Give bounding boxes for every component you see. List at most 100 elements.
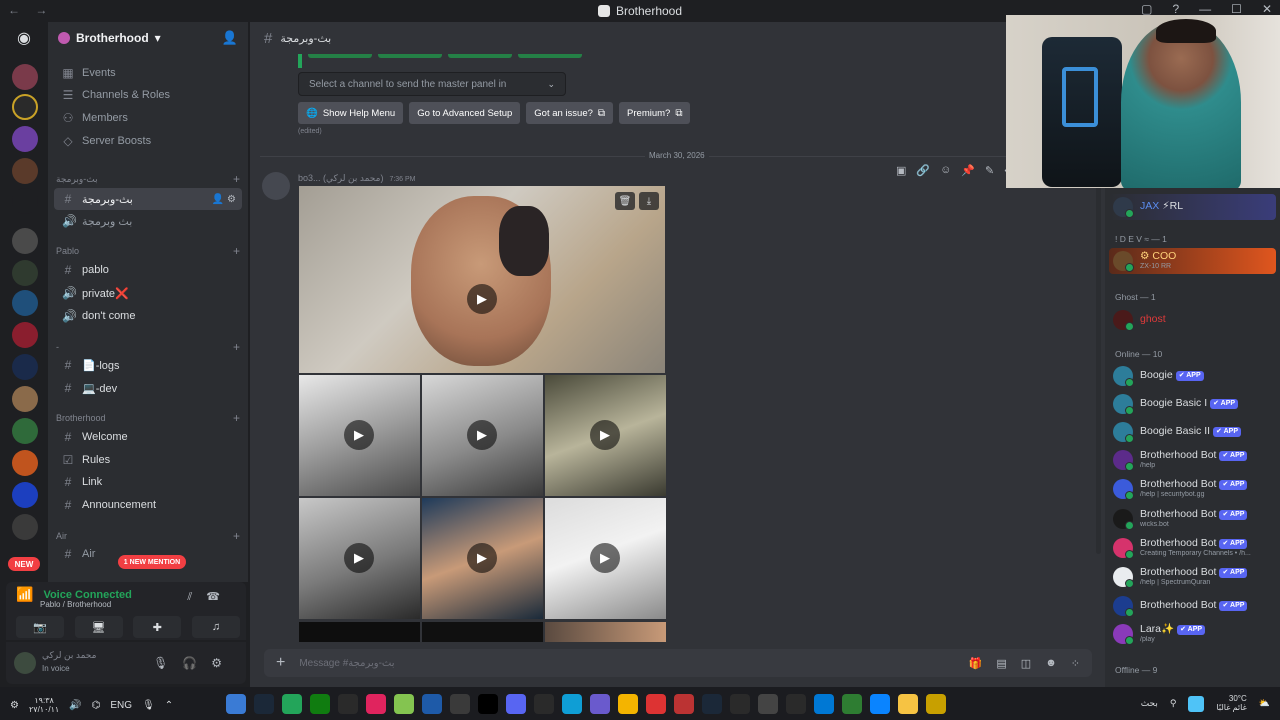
- video-attachment[interactable]: ▶: [545, 498, 666, 619]
- server-icon[interactable]: [12, 290, 38, 316]
- apps-icon[interactable]: ⁘: [1071, 657, 1080, 670]
- taskbar-app-icon[interactable]: [534, 694, 554, 714]
- voice-channel-item[interactable]: 🔊 private❌: [54, 282, 242, 304]
- add-channel-icon[interactable]: +: [233, 529, 240, 543]
- help-icon[interactable]: ?: [1172, 2, 1179, 16]
- taskbar-app-icon[interactable]: [310, 694, 330, 714]
- category-header[interactable]: Air +: [56, 529, 240, 543]
- emoji-icon[interactable]: ☻: [1045, 657, 1057, 670]
- server-icon[interactable]: [12, 188, 38, 214]
- close-button[interactable]: ✕: [1262, 2, 1272, 16]
- member-item[interactable]: Boogie ✔ APP: [1113, 364, 1275, 388]
- taskbar-app-icon[interactable]: [226, 694, 246, 714]
- taskbar-app-icon[interactable]: [366, 694, 386, 714]
- server-icon[interactable]: [12, 64, 38, 90]
- voice-channel-item[interactable]: 🔊 بث وبرمجة: [54, 210, 242, 232]
- category-header[interactable]: Pablo +: [56, 244, 240, 258]
- sidebar-item-members[interactable]: ⚇ Members: [54, 107, 242, 129]
- taskbar-app-icon[interactable]: [282, 694, 302, 714]
- invite-icon[interactable]: 👤: [222, 30, 238, 46]
- new-mention-pill[interactable]: 1 NEW MENTION: [118, 555, 186, 569]
- member-item[interactable]: Brotherhood Bot ✔ APP Creating Temporary C…: [1113, 536, 1275, 560]
- widgets-icon[interactable]: ⛅: [1259, 698, 1270, 709]
- gift-icon[interactable]: 🎁: [969, 657, 983, 670]
- play-icon[interactable]: ▶: [590, 420, 620, 450]
- message-composer[interactable]: + Message #بث-وبرمجة 🎁 ▤ ◫ ☻ ⁘: [264, 649, 1092, 677]
- mic-icon[interactable]: 🎙: [142, 700, 155, 711]
- server-icon-active[interactable]: [12, 126, 38, 152]
- discord-home-icon[interactable]: ◉: [10, 24, 38, 52]
- taskbar-app-icon[interactable]: [618, 694, 638, 714]
- server-icon[interactable]: [12, 158, 38, 184]
- embed-button[interactable]: [448, 54, 512, 58]
- embed-button[interactable]: [378, 54, 442, 58]
- member-item[interactable]: Brotherhood Bot ✔ APP/help | securitybot.…: [1113, 477, 1275, 501]
- voice-status[interactable]: Voice Connected: [43, 589, 131, 601]
- sticker-icon[interactable]: ◫: [1021, 657, 1031, 670]
- edit-icon[interactable]: ✎: [985, 164, 994, 177]
- video-attachment[interactable]: ▶: [299, 375, 420, 496]
- play-icon[interactable]: ▶: [467, 420, 497, 450]
- video-attachment-partial[interactable]: [299, 622, 420, 642]
- sidebar-item-events[interactable]: ▦ Events: [54, 62, 242, 84]
- message-author[interactable]: bo3... (محمد بن لركي): [298, 173, 383, 184]
- member-item[interactable]: ⚙ COO ZX-10 RR: [1113, 249, 1275, 273]
- taskbar-app-icon[interactable]: [870, 694, 890, 714]
- channel-item[interactable]: # 📄-logs: [54, 354, 242, 376]
- member-item[interactable]: ghost: [1113, 308, 1275, 332]
- category-header[interactable]: - +: [56, 340, 240, 354]
- channel-item[interactable]: # 💻-dev: [54, 377, 242, 399]
- play-icon[interactable]: ▶: [467, 543, 497, 573]
- show-help-button[interactable]: 🌐 Show Help Menu: [298, 102, 404, 124]
- channel-item[interactable]: # Link: [54, 471, 242, 493]
- camera-button[interactable]: 📷: [16, 616, 64, 638]
- server-icon[interactable]: [12, 322, 38, 348]
- video-attachment[interactable]: ▶: [545, 375, 666, 496]
- member-item[interactable]: JAX ⚡RL: [1113, 195, 1275, 219]
- chevron-up-icon[interactable]: ⌃: [165, 700, 173, 711]
- settings-icon[interactable]: ⚙: [10, 700, 19, 711]
- taskbar-app-icon[interactable]: [450, 694, 470, 714]
- video-attachment[interactable]: ▶: [422, 498, 543, 619]
- channel-item[interactable]: ☑ Rules: [54, 449, 242, 471]
- play-icon[interactable]: ▶: [344, 420, 374, 450]
- clock[interactable]: ١٩:٣٨ ٢٧/١٠/١١: [29, 696, 59, 715]
- play-icon[interactable]: ▶: [467, 284, 497, 314]
- download-icon[interactable]: ⤓: [639, 192, 659, 210]
- server-icon[interactable]: [12, 260, 38, 286]
- taskbar-app-icon-discord[interactable]: [506, 694, 526, 714]
- taskbar-app-icon[interactable]: [478, 694, 498, 714]
- server-icon[interactable]: [12, 482, 38, 508]
- channel-item[interactable]: # pablo: [54, 259, 242, 281]
- channel-item[interactable]: # Announcement: [54, 494, 242, 516]
- avatar[interactable]: [262, 172, 290, 200]
- trash-icon[interactable]: 🗑: [615, 192, 635, 210]
- new-badge[interactable]: NEW: [8, 557, 40, 571]
- video-attachment-partial[interactable]: [545, 622, 666, 642]
- server-icon[interactable]: [12, 418, 38, 444]
- inbox-icon[interactable]: ▢: [1141, 2, 1152, 16]
- minimize-button[interactable]: —: [1199, 2, 1211, 16]
- settings-icon[interactable]: 👤 ⚙: [212, 194, 236, 205]
- gif-icon[interactable]: ▤: [996, 657, 1006, 670]
- add-attachment-icon[interactable]: +: [276, 654, 285, 672]
- member-item[interactable]: Lara✨ ✔ APP/play: [1113, 622, 1275, 646]
- taskbar-app-icon[interactable]: [674, 694, 694, 714]
- add-channel-icon[interactable]: +: [233, 340, 240, 354]
- channel-item[interactable]: # Welcome: [54, 426, 242, 448]
- video-attachment-partial[interactable]: [422, 622, 543, 642]
- member-item[interactable]: Brotherhood Bot ✔ APP: [1113, 594, 1275, 618]
- play-icon[interactable]: ▶: [590, 543, 620, 573]
- weather-widget[interactable]: 30°C غائم غالبًا: [1216, 694, 1246, 713]
- screen-share-button[interactable]: 🖥: [74, 616, 123, 638]
- video-attachment[interactable]: ▶: [299, 498, 420, 619]
- taskbar-app-icon[interactable]: [646, 694, 666, 714]
- link-icon[interactable]: 🔗: [916, 164, 930, 177]
- taskbar-app-icon[interactable]: [254, 694, 274, 714]
- taskbar-app-icon[interactable]: [786, 694, 806, 714]
- network-icon[interactable]: ⌬: [92, 700, 101, 711]
- play-icon[interactable]: ▶: [344, 543, 374, 573]
- taskbar-app-icon[interactable]: [422, 694, 442, 714]
- issue-link-button[interactable]: Got an issue? ⧉: [526, 102, 614, 124]
- taskbar-app-icon[interactable]: [898, 694, 918, 714]
